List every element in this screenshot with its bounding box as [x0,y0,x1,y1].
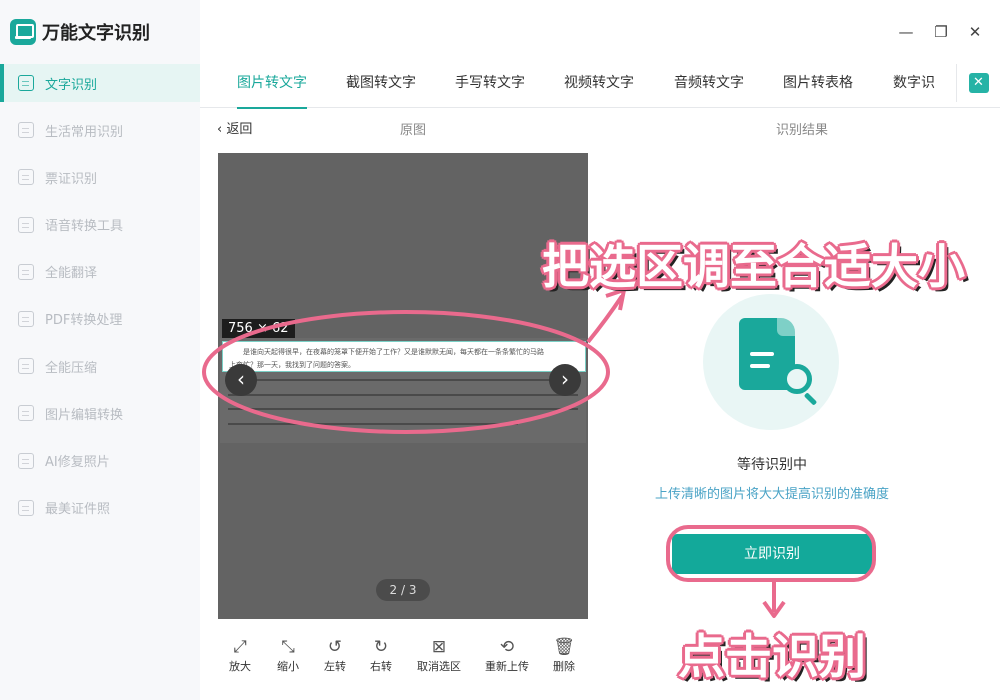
minimize-button[interactable]: — [896,22,916,42]
tab-image-to-table[interactable]: 图片转表格 [783,64,853,108]
annotation-arrow [586,294,624,344]
image-toolbar: ⤢ 放大 ⤡ 缩小 ↺ 左转 ↻ 右转 ⊠ 取消选区 ⟲ 重新上传 🗑 删除 [218,636,588,680]
maximize-button[interactable]: ❐ [931,22,951,42]
sidebar-item-daily-recognition[interactable]: 生活常用识别 [0,111,200,149]
compress-icon [18,358,34,375]
tab-screenshot-to-text[interactable]: 截图转文字 [346,64,416,108]
tab-video-to-text[interactable]: 视频转文字 [564,64,634,108]
arrow-head [762,600,786,618]
sidebar-item-label: AI修复照片 [45,455,110,470]
image-edit-icon [18,405,34,422]
refresh-icon: ⟲ [499,637,515,657]
sidebar-item-label: 最美证件照 [45,502,111,518]
status-text: 等待识别中 [737,457,807,473]
voice-convert-icon [18,216,34,233]
sidebar-item-translate[interactable]: 全能翻译 [0,253,200,291]
selection-box[interactable]: 是谁向天起得很早，在夜幕的笼罩下便开始了工作？又是谁默默无闻，每天都在一条条繁忙… [222,341,586,372]
sidebar-item-label: 全能翻译 [45,266,98,282]
tool-label: 取消选区 [417,660,461,673]
tab-audio-to-text[interactable]: 音频转文字 [674,64,744,108]
tool-label: 右转 [370,660,392,673]
sidebar-item-image-edit[interactable]: 图片编辑转换 [0,394,200,432]
tab-bar: 图片转文字 截图转文字 手写转文字 视频转文字 音频转文字 图片转表格 数字识 [200,64,1000,109]
trash-icon: 🗑 [553,637,575,657]
annotation-click-recognize: 点击识别 [678,630,866,685]
sidebar-item-text-recognition[interactable]: 文字识别 [0,64,200,102]
chevron-left-icon: ‹ [237,367,245,391]
id-photo-icon [18,499,34,516]
sidebar-item-compress[interactable]: 全能压缩 [0,347,200,385]
magnifier-icon [782,364,812,394]
scanner-logo-icon [10,19,36,45]
sidebar-item-id-photo[interactable]: 最美证件照 [0,489,200,527]
cancel-selection-button[interactable]: ⊠ 取消选区 [409,636,469,674]
tool-label: 左转 [324,660,346,673]
rotate-right-button[interactable]: ↻ 右转 [351,636,411,674]
reupload-button[interactable]: ⟲ 重新上传 [477,636,537,674]
original-label: 原图 [400,123,427,138]
cancel-selection-icon: ⊠ [431,637,447,657]
sidebar-item-label: PDF转换处理 [45,313,123,329]
recognize-now-button[interactable]: 立即识别 [672,534,872,574]
upload-tip: 上传清晰的图片将大大提高识别的准确度 [654,487,889,502]
prev-page-button[interactable]: ‹ [225,364,257,396]
image-preview[interactable]: 756 × 62 是谁向天起得很早，在夜幕的笼罩下便开始了工作？又是谁默默无闻，… [218,153,588,619]
back-label: 返回 [226,122,253,137]
sidebar-item-label: 语音转换工具 [45,219,124,235]
sidebar-item-label: 生活常用识别 [45,124,124,140]
page-indicator: 2 / 3 [376,579,430,601]
selected-text-line: 是谁向天起得很早，在夜幕的笼罩下便开始了工作？又是谁默默无闻，每天都在一条条繁忙… [243,348,544,356]
result-label: 识别结果 [776,123,829,138]
annotation-adjust-selection: 把选区调至合适大小 [542,240,965,295]
translate-icon [18,263,34,280]
maximize-icon: ❐ [934,23,948,41]
chevron-right-icon: › [561,367,569,391]
close-icon: ✕ [968,73,989,93]
chevron-left-icon: ‹ [217,122,227,137]
next-page-button[interactable]: › [549,364,581,396]
scan-icon [18,122,34,139]
rotate-right-icon: ↻ [373,637,389,657]
delete-button[interactable]: 🗑 删除 [534,636,594,674]
sidebar-item-voice-tools[interactable]: 语音转换工具 [0,206,200,244]
tool-label: 放大 [229,660,251,673]
back-button[interactable]: ‹ 返回 [217,118,252,137]
waiting-illustration [703,294,839,430]
close-icon: ✕ [968,23,982,41]
close-button[interactable]: ✕ [965,22,985,42]
scan-text-icon [18,75,34,91]
pdf-icon [18,310,34,327]
sidebar-item-pdf[interactable]: PDF转换处理 [0,300,200,338]
sidebar-item-label: 票证识别 [45,171,98,187]
tool-label: 重新上传 [485,660,529,673]
selection-size-label: 756 × 62 [222,319,295,338]
tool-label: 缩小 [277,660,299,673]
tab-panel-close-button[interactable]: ✕ [956,64,1000,102]
sidebar-nav: 文字识别 生活常用识别 票证识别 语音转换工具 全能翻译 PDF转换处理 全能压… [0,64,200,536]
ai-photo-icon [18,452,34,469]
tool-label: 删除 [553,660,575,673]
sidebar: 万能文字识别 文字识别 生活常用识别 票证识别 语音转换工具 全能翻译 PDF转… [0,0,200,700]
ticket-scan-icon [18,169,34,186]
sidebar-item-label: 图片编辑转换 [45,407,124,423]
app-name: 万能文字识别 [42,23,150,44]
sidebar-item-label: 全能压缩 [45,360,98,376]
sidebar-item-ticket-recognition[interactable]: 票证识别 [0,158,200,196]
app-window: 万能文字识别 文字识别 生活常用识别 票证识别 语音转换工具 全能翻译 PDF转… [0,0,1000,700]
minimize-icon: — [898,23,914,41]
tab-image-to-text[interactable]: 图片转文字 [237,64,307,109]
sidebar-item-label: 文字识别 [45,77,98,93]
tab-number-recognition[interactable]: 数字识 [893,64,941,108]
tab-handwriting-to-text[interactable]: 手写转文字 [455,64,525,108]
brand: 万能文字识别 [10,18,150,46]
sidebar-item-ai-restore[interactable]: AI修复照片 [0,442,200,480]
